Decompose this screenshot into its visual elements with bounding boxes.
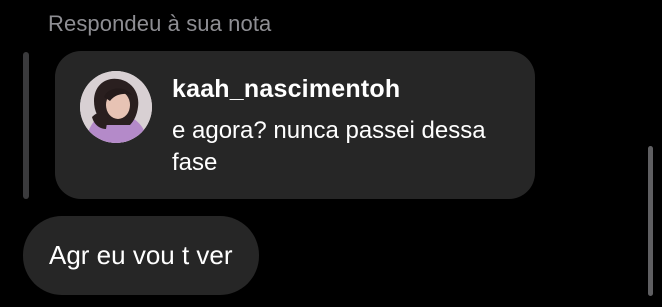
profile-photo-icon: [80, 71, 152, 143]
note-username[interactable]: kaah_nascimentoh: [172, 75, 400, 104]
avatar[interactable]: [80, 71, 152, 143]
dm-thread: Respondeu à sua nota kaah_nascimentoh e …: [0, 0, 662, 307]
scrollbar[interactable]: [648, 146, 653, 296]
replied-note-bubble[interactable]: kaah_nascimentoh e agora? nunca passei d…: [55, 51, 535, 199]
message-bubble[interactable]: Agr eu vou t ver: [23, 216, 259, 295]
reply-indicator-bar: [23, 52, 29, 199]
note-text: e agora? nunca passei dessa fase: [172, 117, 486, 176]
reply-context-label: Respondeu à sua nota: [48, 11, 272, 36]
message-text: Agr eu vou t ver: [49, 240, 233, 270]
